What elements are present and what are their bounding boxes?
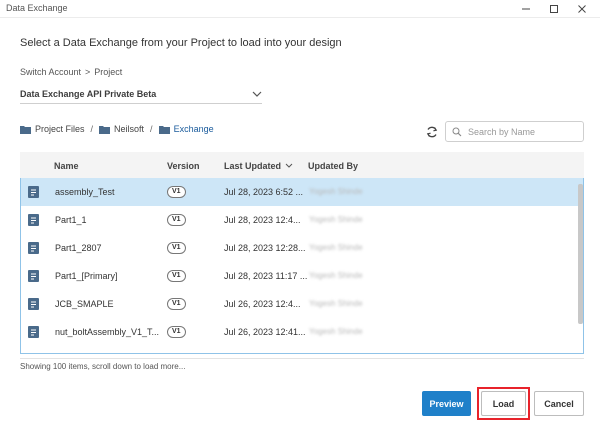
search-icon [452,127,462,136]
row-last-updated: Jul 26, 2023 12:4... [224,299,301,309]
minimize-button[interactable] [512,0,540,17]
row-name: Part1_1 [55,215,87,225]
maximize-icon [550,4,558,13]
column-header-last-updated-label: Last Updated [224,161,282,171]
cancel-button[interactable]: Cancel [534,391,584,416]
folder-path: Project Files / Neilsoft / Exchange [20,124,214,134]
load-button[interactable]: Load [481,391,526,416]
row-updated-by: Yogesh Shinde [309,327,363,336]
path-neilsoft[interactable]: Neilsoft [114,124,144,134]
dialog-subtitle: Select a Data Exchange from your Project… [20,37,342,49]
refresh-icon[interactable] [425,125,439,139]
folder-icon [20,125,31,134]
row-updated-by: Yogesh Shinde [309,243,363,252]
row-last-updated: Jul 28, 2023 6:52 ... [224,187,304,197]
table-row[interactable]: assembly_Test V1 Jul 28, 2023 6:52 ... Y… [21,178,583,206]
row-name: assembly_Test [55,187,115,197]
chevron-down-icon [285,163,293,168]
document-icon [28,186,39,198]
column-header-last-updated[interactable]: Last Updated [224,161,293,171]
path-separator: / [150,124,153,134]
table-row[interactable]: JCB_SMAPLE V1 Jul 26, 2023 12:4... Yoges… [21,290,583,318]
version-badge: V1 [167,326,186,338]
row-name: JCB_SMAPLE [55,299,114,309]
table-row[interactable]: Part1_2807 V1 Jul 28, 2023 12:28... Yoge… [21,234,583,262]
column-header-version[interactable]: Version [167,161,200,171]
path-exchange[interactable]: Exchange [174,124,214,134]
document-icon [28,270,39,282]
table-row[interactable]: Part1_[Primary] V1 Jul 28, 2023 11:17 ..… [21,262,583,290]
document-icon [28,242,39,254]
status-text: Showing 100 items, scroll down to load m… [20,358,584,372]
breadcrumb: Switch Account > Project [20,67,122,77]
version-badge: V1 [167,186,186,198]
column-header-name[interactable]: Name [54,161,79,171]
vertical-scrollbar[interactable] [577,178,584,354]
row-last-updated: Jul 28, 2023 12:28... [224,243,306,253]
row-last-updated: Jul 26, 2023 12:41... [224,327,306,337]
row-last-updated: Jul 28, 2023 12:4... [224,215,301,225]
close-icon [578,4,586,13]
minimize-icon [522,8,530,9]
version-badge: V1 [167,298,186,310]
row-updated-by: Yogesh Shinde [309,187,363,196]
version-badge: V1 [167,242,186,254]
version-badge: V1 [167,214,186,226]
row-last-updated: Jul 28, 2023 11:17 ... [224,271,308,281]
close-button[interactable] [568,0,596,17]
folder-icon [158,125,170,134]
document-icon [28,214,39,226]
column-header-updated-by[interactable]: Updated By [308,161,358,171]
maximize-button[interactable] [540,0,568,17]
search-box[interactable] [445,121,584,142]
search-input[interactable] [468,126,568,137]
title-bar: Data Exchange [0,0,600,18]
version-badge: V1 [167,270,186,282]
row-updated-by: Yogesh Shinde [309,299,363,308]
row-name: nut_boltAssembly_V1_T... [55,327,160,337]
preview-button[interactable]: Preview [422,391,471,416]
scrollbar-thumb[interactable] [578,184,583,324]
window-title: Data Exchange [6,3,68,13]
table-header: Name Version Last Updated Updated By [20,152,584,178]
row-name: Part1_[Primary] [55,271,118,281]
document-icon [28,298,39,310]
breadcrumb-switch-account[interactable]: Switch Account [20,67,81,77]
table-body: assembly_Test V1 Jul 28, 2023 6:52 ... Y… [20,178,584,354]
breadcrumb-project[interactable]: Project [94,67,122,77]
row-updated-by: Yogesh Shinde [309,215,363,224]
table-row[interactable]: Part1_1 V1 Jul 28, 2023 12:4... Yogesh S… [21,206,583,234]
row-updated-by: Yogesh Shinde [309,271,363,280]
breadcrumb-separator: > [85,67,91,77]
row-name: Part1_2807 [55,243,102,253]
table-row-partial[interactable] [21,346,583,353]
document-icon [28,326,39,338]
project-dropdown[interactable]: Data Exchange API Private Beta [20,84,262,104]
project-dropdown-value: Data Exchange API Private Beta [20,88,157,99]
path-project-files[interactable]: Project Files [35,124,85,134]
table-row[interactable]: nut_boltAssembly_V1_T... V1 Jul 26, 2023… [21,318,583,346]
folder-icon [99,125,111,134]
path-separator: / [90,124,94,134]
chevron-down-icon [252,91,262,97]
